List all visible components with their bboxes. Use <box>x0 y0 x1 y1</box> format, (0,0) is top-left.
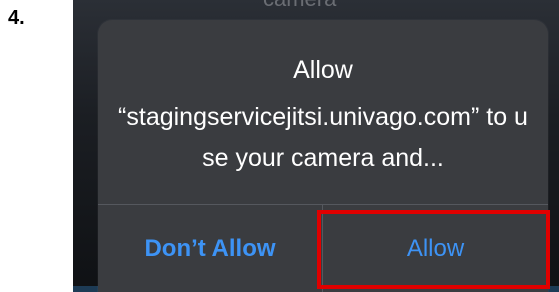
dialog-message: “stagingservicejitsi.univago.com” to use… <box>118 103 528 172</box>
background-partial-text: camera <box>263 0 336 12</box>
dialog-title: Allow <box>293 56 353 84</box>
allow-highlight-box <box>317 210 550 289</box>
dont-allow-button[interactable]: Don’t Allow <box>98 205 322 292</box>
step-number: 4. <box>8 7 25 29</box>
